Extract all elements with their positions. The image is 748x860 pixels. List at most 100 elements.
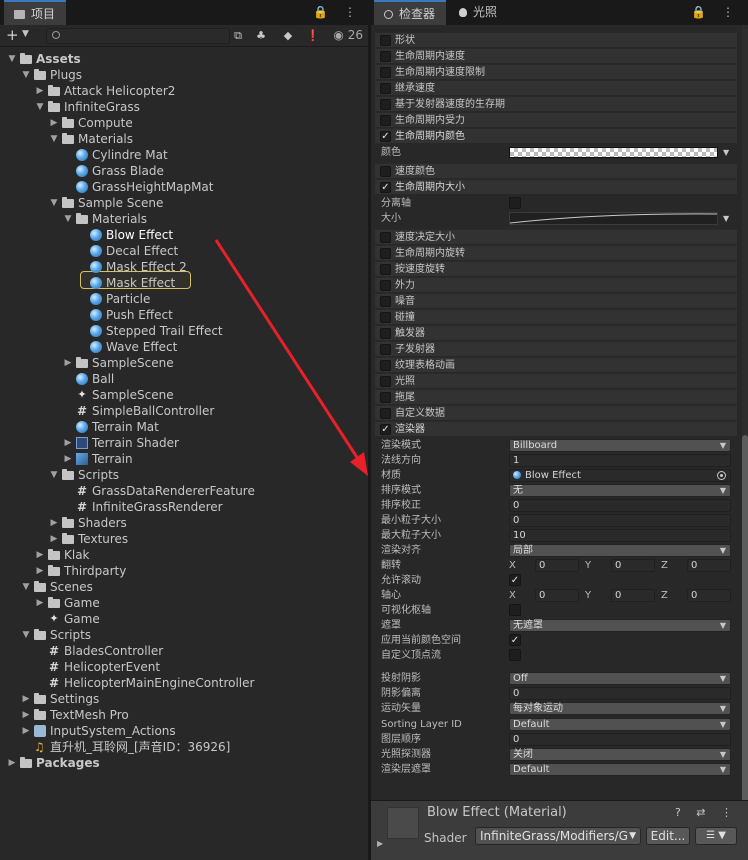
collapsed-arrow-icon[interactable]: ▶ — [49, 115, 59, 131]
tree-row[interactable]: ▶ Packages — [0, 755, 368, 771]
module-checkbox[interactable] — [380, 312, 391, 323]
tree-row[interactable]: ▼ Plugs — [0, 67, 368, 83]
tree-row[interactable]: ▶ Terrain — [0, 451, 368, 467]
apply-active-color-space-checkbox[interactable]: ✓ — [509, 634, 521, 646]
chevron-down-icon[interactable]: ▼ — [723, 211, 729, 226]
tree-row[interactable]: Stepped Trail Effect — [0, 323, 368, 339]
collapsed-arrow-icon[interactable]: ▶ — [21, 691, 31, 707]
tree-row[interactable]: GrassHeightMapMat — [0, 179, 368, 195]
flip-z-field[interactable]: 0 — [687, 559, 731, 572]
collapsed-arrow-icon[interactable]: ▶ — [35, 547, 45, 563]
tree-row[interactable]: ♫ 直升机_耳聆网_[声音ID：36926] — [0, 739, 368, 755]
collapsed-arrow-icon[interactable]: ▶ — [63, 435, 73, 451]
module-header[interactable]: 拖尾 — [375, 389, 737, 404]
module-header[interactable]: 噪音 — [375, 293, 737, 308]
module-header[interactable]: 基于发射器速度的生存期 — [375, 96, 737, 111]
visualize-pivot-checkbox[interactable] — [509, 604, 521, 616]
size-curve-field[interactable] — [509, 212, 718, 225]
module-header[interactable]: 速度颜色 — [375, 163, 737, 178]
pivot-z-field[interactable]: 0 — [687, 589, 731, 602]
module-checkbox[interactable] — [380, 67, 391, 78]
tree-row[interactable]: # InfiniteGrassRenderer — [0, 499, 368, 515]
min-particle-size-field[interactable]: 0 — [509, 514, 731, 527]
collapsed-arrow-icon[interactable]: ▶ — [21, 723, 31, 739]
color-gradient-field[interactable] — [509, 147, 718, 158]
tree-row[interactable]: Mask Effect 2 — [0, 259, 368, 275]
tree-row[interactable]: ▶ Attack Helicopter2 — [0, 83, 368, 99]
tab-inspector[interactable]: 检查器 — [374, 0, 446, 25]
tree-row[interactable]: Terrain Mat — [0, 419, 368, 435]
expanded-arrow-icon[interactable]: ▼ — [7, 51, 17, 67]
module-checkbox[interactable] — [380, 280, 391, 291]
tree-row[interactable]: ▶ Klak — [0, 547, 368, 563]
module-checkbox[interactable] — [380, 360, 391, 371]
collapsed-arrow-icon[interactable]: ▶ — [63, 355, 73, 371]
collapsed-arrow-icon[interactable]: ▶ — [63, 451, 73, 467]
render-alignment-dropdown[interactable]: 局部 ▼ — [509, 544, 731, 557]
light-probes-dropdown[interactable]: 关闭 ▼ — [509, 748, 731, 761]
tree-row[interactable]: # GrassDataRendererFeature — [0, 483, 368, 499]
module-header[interactable]: 生命周期内旋转 — [375, 245, 737, 260]
flip-x-field[interactable]: 0 — [535, 559, 579, 572]
tree-row[interactable]: Mask Effect — [0, 275, 368, 291]
material-preview-thumbnail[interactable] — [387, 807, 419, 839]
module-checkbox[interactable] — [380, 392, 391, 403]
tree-row[interactable]: ▶ TextMesh Pro — [0, 707, 368, 723]
module-header[interactable]: 生命周期内受力 — [375, 112, 737, 127]
pivot-y-field[interactable]: 0 — [611, 589, 655, 602]
tree-row[interactable]: ▼ Materials — [0, 211, 368, 227]
module-header[interactable]: 生命周期内速度 — [375, 48, 737, 63]
collapsed-arrow-icon[interactable]: ▶ — [35, 563, 45, 579]
expanded-arrow-icon[interactable]: ▼ — [21, 627, 31, 643]
collapsed-arrow-icon[interactable]: ▶ — [21, 707, 31, 723]
expanded-arrow-icon[interactable]: ▼ — [63, 211, 73, 227]
allow-roll-checkbox[interactable]: ✓ — [509, 574, 521, 586]
module-header[interactable]: 继承速度 — [375, 80, 737, 95]
module-checkbox[interactable]: ✓ — [380, 182, 391, 193]
max-particle-size-field[interactable]: 10 — [509, 529, 731, 542]
collapsed-arrow-icon[interactable]: ▶ — [49, 515, 59, 531]
inspector-scrollbar[interactable] — [742, 25, 748, 815]
module-checkbox[interactable] — [380, 248, 391, 259]
tree-row[interactable]: ▶ InputSystem_Actions — [0, 723, 368, 739]
flip-y-field[interactable]: 0 — [611, 559, 655, 572]
tree-row[interactable]: Decal Effect — [0, 243, 368, 259]
tree-row[interactable]: ▶ Compute — [0, 115, 368, 131]
collapsed-arrow-icon[interactable]: ▶ — [7, 755, 17, 771]
order-in-layer-field[interactable]: 0 — [509, 733, 731, 746]
separate-axes-checkbox[interactable] — [509, 197, 521, 209]
tab-project[interactable]: 项目 — [4, 0, 66, 25]
sorting-layer-dropdown[interactable]: Default ▼ — [509, 718, 731, 731]
tree-row[interactable]: ▼ Materials — [0, 131, 368, 147]
expanded-arrow-icon[interactable]: ▼ — [49, 467, 59, 483]
label-tag-icon[interactable]: ◆ — [279, 28, 297, 44]
tree-row[interactable]: # SimpleBallController — [0, 403, 368, 419]
tree-row[interactable]: Push Effect — [0, 307, 368, 323]
object-picker-icon[interactable] — [717, 471, 726, 480]
tree-row[interactable]: ✦ SampleScene — [0, 387, 368, 403]
sorting-fudge-field[interactable]: 0 — [509, 499, 731, 512]
panel-menu[interactable]: 🔒 ⋮ — [313, 0, 362, 25]
tree-row[interactable]: ▼ Scripts — [0, 627, 368, 643]
expanded-arrow-icon[interactable]: ▼ — [49, 131, 59, 147]
module-header[interactable]: 自定义数据 — [375, 405, 737, 420]
tree-row[interactable]: ▶ Thirdparty — [0, 563, 368, 579]
search-input[interactable] — [46, 28, 230, 44]
module-checkbox[interactable] — [380, 328, 391, 339]
tree-row[interactable]: Grass Blade — [0, 163, 368, 179]
module-header[interactable]: 触发器 — [375, 325, 737, 340]
tree-row[interactable]: # BladesController — [0, 643, 368, 659]
module-header[interactable]: 按速度旋转 — [375, 261, 737, 276]
tree-row[interactable]: Particle — [0, 291, 368, 307]
hidden-packages-count[interactable]: ◉ 26 — [333, 28, 363, 42]
chevron-down-icon[interactable]: ▼ — [22, 29, 29, 39]
edit-shader-button[interactable]: Edit... — [646, 827, 690, 845]
module-header[interactable]: ✓ 生命周期内颜色 — [375, 128, 737, 143]
custom-vertex-streams-checkbox[interactable] — [509, 649, 521, 661]
inspector-menu[interactable]: 🔒 ⋮ — [691, 0, 740, 25]
module-checkbox[interactable] — [380, 296, 391, 307]
module-header[interactable]: 纹理表格动画 — [375, 357, 737, 372]
cast-shadows-dropdown[interactable]: Off ▼ — [509, 672, 731, 685]
normal-direction-field[interactable]: 1 — [509, 454, 731, 467]
tree-row[interactable]: ▶ Settings — [0, 691, 368, 707]
